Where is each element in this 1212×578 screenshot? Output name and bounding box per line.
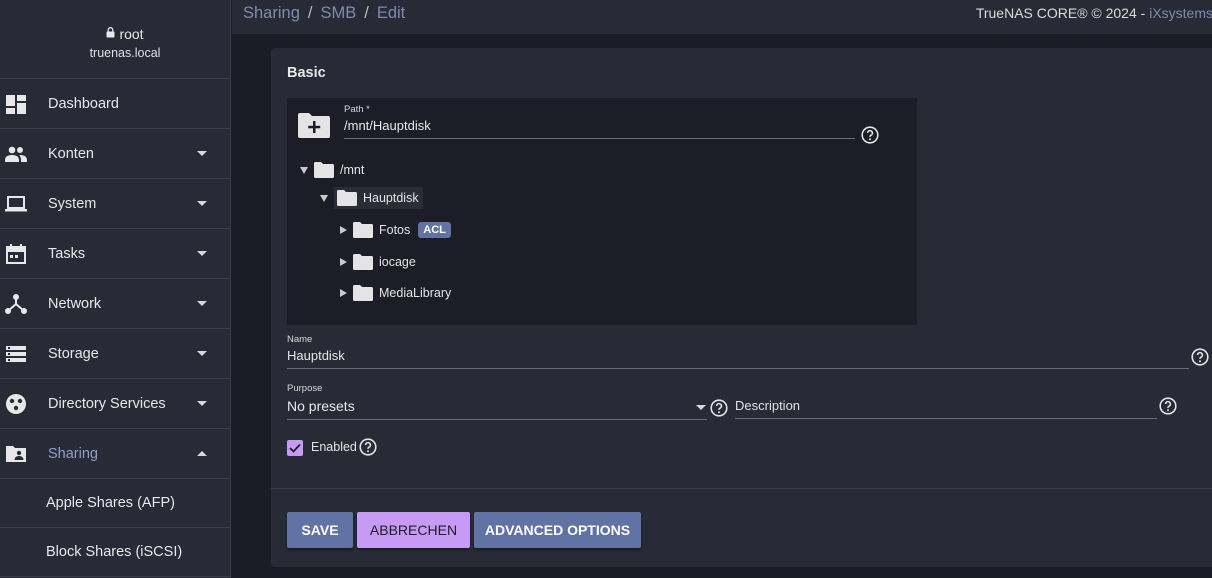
storage-icon — [6, 346, 26, 362]
description-input[interactable]: Description — [735, 398, 1157, 419]
purpose-label: Purpose — [287, 383, 323, 394]
chevron-down-icon — [197, 301, 207, 306]
name-input[interactable]: Hauptdisk — [287, 348, 1189, 369]
enabled-checkbox[interactable] — [287, 440, 303, 456]
help-icon[interactable] — [1159, 397, 1177, 415]
expand-toggle-icon[interactable] — [300, 166, 308, 174]
acl-badge: ACL — [418, 222, 451, 238]
folder-add-icon[interactable] — [298, 112, 330, 138]
sidebar-item-directory-services[interactable]: Directory Services — [0, 379, 230, 429]
tree-node-hauptdisk[interactable]: Hauptdisk — [320, 187, 423, 209]
sidebar-item-network[interactable]: Network — [0, 279, 230, 329]
tree-node-label: Fotos — [379, 223, 411, 237]
sidebar-item-label: Konten — [48, 145, 94, 162]
user-block: root truenas.local — [0, 0, 230, 79]
path-input[interactable]: /mnt/Hauptdisk — [344, 118, 855, 139]
tree-node-iocage[interactable]: iocage — [340, 254, 416, 270]
breadcrumb-sharing[interactable]: Sharing — [243, 4, 300, 23]
sidebar-item-label: Dashboard — [48, 95, 119, 112]
brand-copyright: TrueNAS CORE® © 2024 - iXsystems — [976, 5, 1212, 21]
network-icon — [5, 294, 27, 314]
host-name: truenas.local — [89, 46, 161, 60]
breadcrumb-smb[interactable]: SMB — [320, 4, 356, 23]
chevron-down-icon — [197, 251, 207, 256]
user-name-row: root — [20, 26, 230, 42]
sidebar-item-label: Network — [48, 295, 102, 312]
chevron-down-icon[interactable] — [696, 405, 706, 410]
path-label: Path * — [344, 104, 370, 115]
sidebar-item-label: Tasks — [48, 245, 86, 262]
sidebar-item-system[interactable]: System — [0, 179, 230, 229]
name-label: Name — [287, 334, 313, 345]
chevron-down-icon — [197, 401, 207, 406]
chevron-down-icon — [197, 201, 207, 206]
enabled-label: Enabled — [311, 440, 357, 454]
purpose-select[interactable]: No presets — [287, 398, 707, 420]
expand-toggle-icon[interactable] — [340, 289, 347, 297]
sidebar-subitem-afp[interactable]: Apple Shares (AFP) — [0, 479, 230, 528]
sidebar: root truenas.local Dashboard Konten Syst… — [0, 0, 231, 578]
folder-icon — [353, 222, 373, 238]
folder-icon — [353, 285, 373, 301]
calendar-icon — [6, 244, 26, 264]
folder-shared-icon — [6, 446, 26, 462]
tree-node-fotos[interactable]: Fotos ACL — [340, 222, 451, 238]
save-button[interactable]: SAVE — [287, 512, 353, 548]
sidebar-item-label: System — [48, 195, 97, 212]
chevron-down-icon — [197, 151, 207, 156]
tree-node-label: iocage — [379, 255, 416, 269]
help-icon[interactable] — [1191, 348, 1209, 366]
path-explorer: Path * /mnt/Hauptdisk /mnt Hauptdisk Fot… — [287, 98, 917, 325]
tree-node-label: Hauptdisk — [363, 191, 419, 205]
lock-icon — [106, 26, 115, 37]
cancel-button[interactable]: ABBRECHEN — [357, 512, 470, 548]
tree-node-label: MediaLibrary — [379, 286, 452, 300]
sidebar-subitem-iscsi[interactable]: Block Shares (iSCSI) — [0, 528, 230, 577]
directory-icon — [6, 394, 26, 414]
sidebar-subitem-label: Block Shares (iSCSI) — [46, 544, 183, 560]
share-edit-card: Basic Path * /mnt/Hauptdisk /mnt Hauptdi… — [271, 48, 1212, 567]
check-icon — [289, 443, 301, 453]
folder-icon — [353, 254, 373, 270]
tree-node-mnt[interactable]: /mnt — [300, 162, 364, 178]
dashboard-icon — [6, 95, 26, 114]
sidebar-item-tasks[interactable]: Tasks — [0, 229, 230, 279]
sidebar-item-label: Storage — [48, 345, 99, 362]
topbar: Sharing / SMB / Edit TrueNAS CORE® © 202… — [232, 0, 1212, 34]
sidebar-item-label: Sharing — [48, 445, 98, 462]
help-icon[interactable] — [710, 399, 728, 417]
expand-toggle-icon[interactable] — [320, 194, 328, 202]
tree-node-medialibrary[interactable]: MediaLibrary — [340, 285, 451, 301]
sidebar-item-storage[interactable]: Storage — [0, 329, 230, 379]
folder-icon — [314, 162, 334, 178]
tree-node-label: /mnt — [340, 163, 365, 177]
divider — [271, 488, 1212, 489]
sidebar-item-sharing[interactable]: Sharing — [0, 429, 230, 479]
folder-icon — [337, 190, 357, 206]
people-icon — [5, 146, 27, 162]
sidebar-item-konten[interactable]: Konten — [0, 129, 230, 179]
advanced-options-button[interactable]: ADVANCED OPTIONS — [474, 512, 641, 548]
chevron-up-icon — [197, 451, 207, 456]
help-icon[interactable] — [359, 438, 377, 456]
user-name: root — [119, 26, 144, 42]
sidebar-item-dashboard[interactable]: Dashboard — [0, 79, 230, 129]
chevron-down-icon — [197, 351, 207, 356]
sidebar-item-label: Directory Services — [48, 395, 166, 412]
ixsystems-link[interactable]: iXsystems — [1149, 5, 1212, 21]
expand-toggle-icon[interactable] — [340, 258, 347, 266]
expand-toggle-icon[interactable] — [340, 226, 347, 234]
breadcrumb: Sharing / SMB / Edit — [243, 4, 405, 23]
breadcrumb-separator: / — [364, 4, 369, 22]
section-title: Basic — [287, 65, 326, 81]
laptop-icon — [5, 196, 27, 212]
brand-text: TrueNAS CORE® © 2024 - — [975, 5, 1150, 21]
breadcrumb-separator: / — [307, 4, 313, 22]
sidebar-subitem-label: Apple Shares (AFP) — [46, 495, 175, 511]
breadcrumb-edit: Edit — [376, 4, 406, 22]
help-icon[interactable] — [861, 126, 879, 144]
selected-node[interactable]: Hauptdisk — [334, 187, 423, 209]
